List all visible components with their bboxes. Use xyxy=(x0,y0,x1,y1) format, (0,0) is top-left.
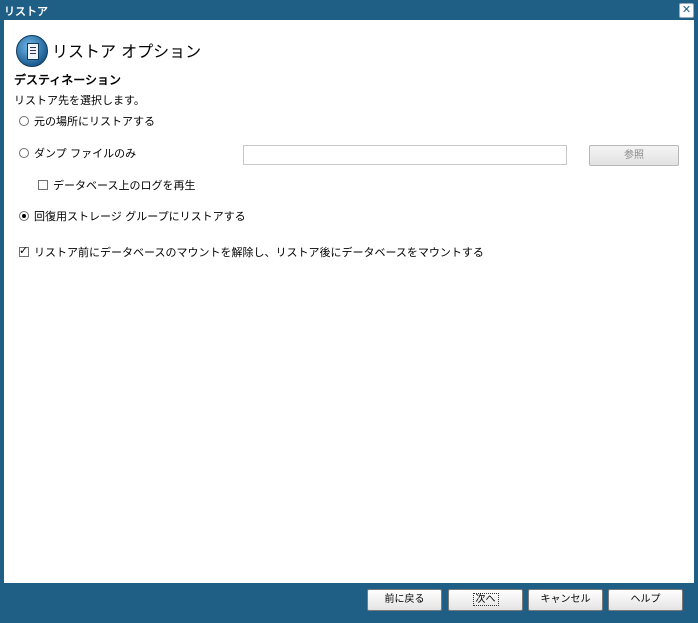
next-button-label: 次へ xyxy=(472,593,499,606)
dump-file-radio[interactable] xyxy=(19,148,29,158)
help-button[interactable]: ヘルプ xyxy=(608,589,683,611)
dump-file-label: ダンプ ファイルのみ xyxy=(34,147,137,160)
destination-description: リストア先を選択します。 xyxy=(14,94,145,107)
browse-button[interactable]: 参照 xyxy=(589,145,679,166)
replay-log-option[interactable]: データベース上のログを再生 xyxy=(38,177,195,193)
replay-log-label: データベース上のログを再生 xyxy=(53,179,196,192)
dump-file-option[interactable]: ダンプ ファイルのみ xyxy=(19,145,136,161)
back-button-label: 前に戻る xyxy=(384,594,425,605)
cancel-button-label: キャンセル xyxy=(540,594,591,605)
original-location-option[interactable]: 元の場所にリストアする xyxy=(19,113,155,129)
mount-option[interactable]: リストア前にデータベースのマウントを解除し、リストア後にデータベースをマウントす… xyxy=(19,244,484,260)
window-title: リストア xyxy=(4,5,48,18)
help-button-label: ヘルプ xyxy=(630,594,661,605)
replay-log-checkbox[interactable] xyxy=(38,180,48,190)
cancel-button[interactable]: キャンセル xyxy=(528,589,603,611)
close-icon[interactable]: ✕ xyxy=(679,3,694,18)
title-bar: リストア ✕ xyxy=(0,0,698,20)
back-button[interactable]: 前に戻る xyxy=(367,589,442,611)
original-location-radio[interactable] xyxy=(19,116,29,126)
restore-document-icon xyxy=(16,35,48,67)
recovery-storage-group-label: 回復用ストレージ グループにリストアする xyxy=(34,210,246,223)
dump-file-path-input[interactable] xyxy=(243,145,567,165)
mount-option-label: リストア前にデータベースのマウントを解除し、リストア後にデータベースをマウントす… xyxy=(34,246,484,259)
recovery-storage-group-option[interactable]: 回復用ストレージ グループにリストアする xyxy=(19,208,246,224)
mount-option-checkbox[interactable] xyxy=(19,244,29,257)
dialog-content: リストア オプション デスティネーション リストア先を選択します。 元の場所にリ… xyxy=(4,20,694,583)
original-location-label: 元の場所にリストアする xyxy=(34,115,155,128)
destination-section-title: デスティネーション xyxy=(14,73,122,87)
page-title: リストア オプション xyxy=(52,42,202,61)
recovery-storage-group-radio[interactable] xyxy=(19,211,29,221)
next-button[interactable]: 次へ xyxy=(448,589,523,611)
